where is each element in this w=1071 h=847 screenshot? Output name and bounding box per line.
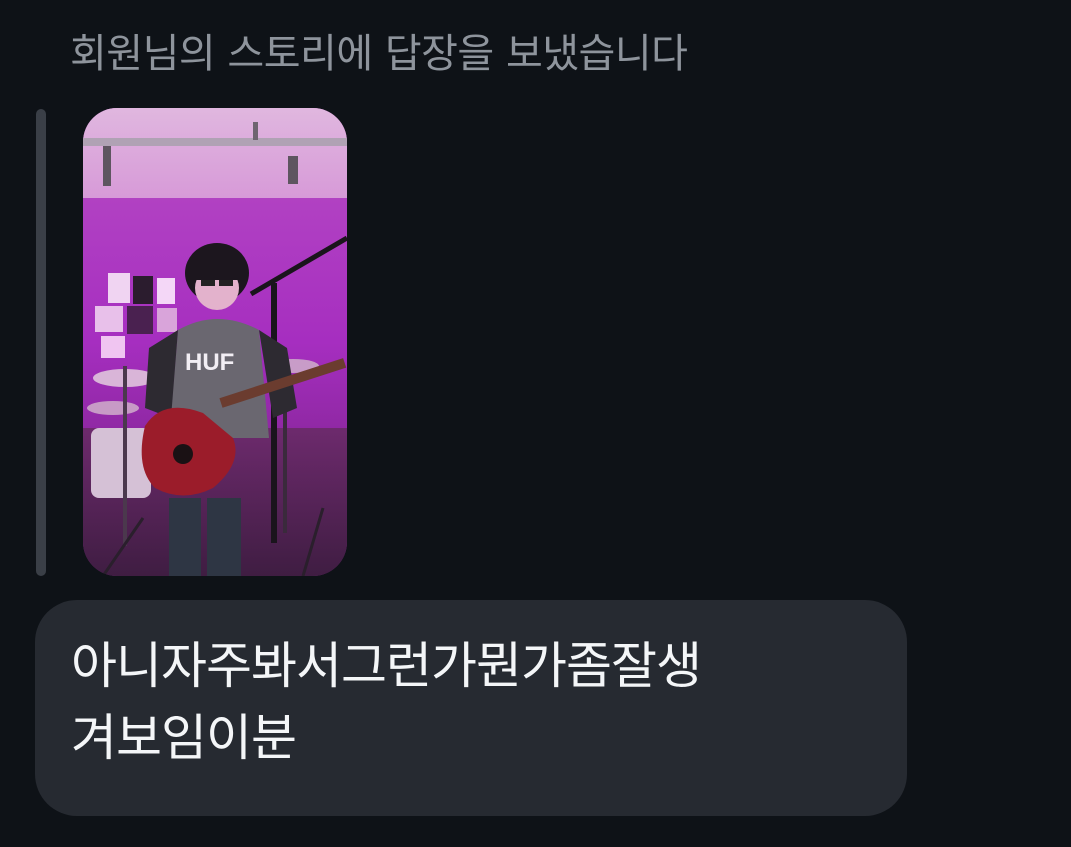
message-text: 아니자주봐서그런가뭔가좀잘생 겨보임이분 [71, 630, 871, 774]
message-line-2: 겨보임이분 [71, 709, 297, 767]
story-reply-header: 회원님의 스토리에 답장을 보냈습니다 [70, 31, 688, 77]
story-thumbnail[interactable]: HUF [83, 108, 347, 576]
message-line-1: 아니자주봐서그런가뭔가좀잘생 [71, 637, 702, 695]
message-bubble[interactable]: 아니자주봐서그런가뭔가좀잘생 겨보임이분 [35, 600, 907, 816]
shirt-print-text: HUF [185, 349, 234, 376]
reply-indicator-bar [36, 109, 46, 576]
story-photo-icon: HUF [83, 108, 347, 576]
